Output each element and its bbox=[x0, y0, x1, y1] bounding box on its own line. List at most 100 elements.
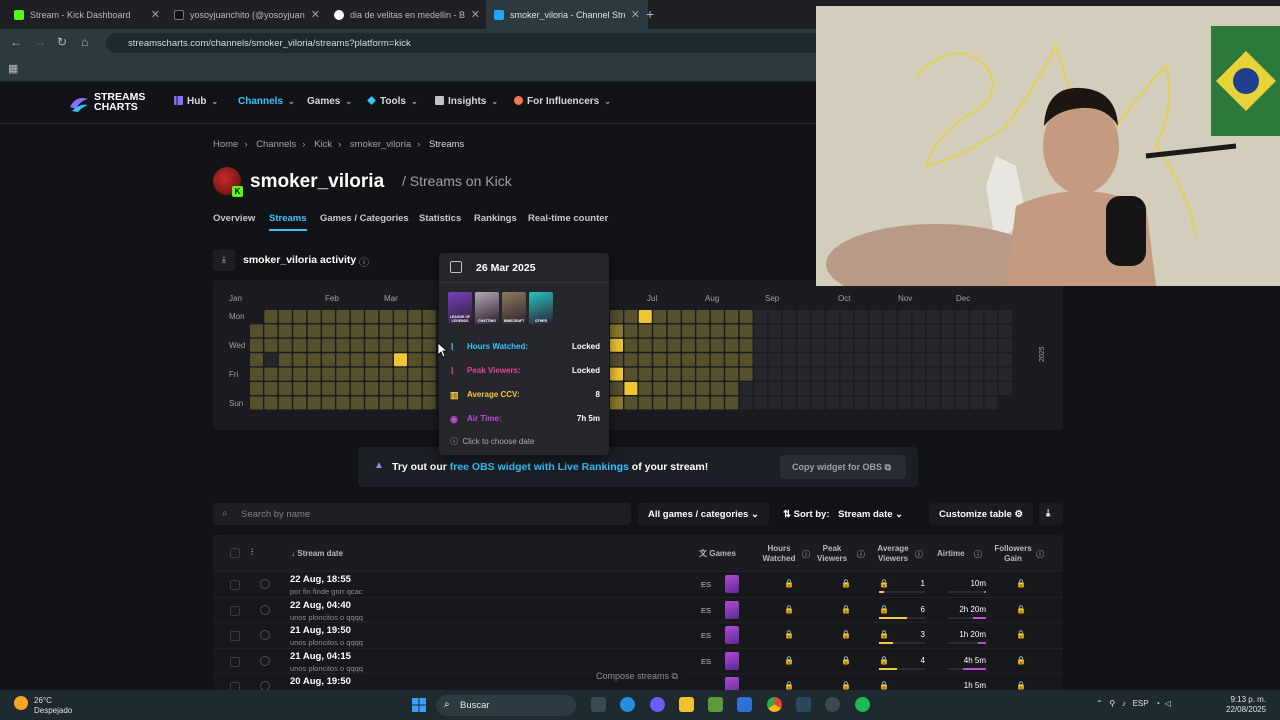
heatmap-cell[interactable] bbox=[782, 324, 796, 338]
back-icon[interactable]: ← bbox=[10, 35, 22, 49]
game-thumbnail[interactable] bbox=[725, 651, 739, 670]
heatmap-cell[interactable] bbox=[379, 324, 393, 338]
heatmap-cell[interactable] bbox=[725, 338, 739, 352]
heatmap-cell[interactable] bbox=[998, 310, 1012, 323]
heatmap-cell[interactable] bbox=[653, 310, 667, 323]
select-all-checkbox[interactable] bbox=[230, 548, 240, 558]
heatmap-cell[interactable] bbox=[782, 367, 796, 381]
heatmap-cell[interactable] bbox=[408, 324, 422, 338]
breadcrumb-channels[interactable]: Channels bbox=[256, 139, 296, 150]
obs-icon[interactable] bbox=[825, 697, 840, 712]
heatmap-cell[interactable] bbox=[725, 310, 739, 323]
heatmap-cell[interactable] bbox=[955, 324, 969, 338]
heatmap-cell[interactable] bbox=[653, 367, 667, 381]
tab-real-time-counter[interactable]: Real-time counter bbox=[528, 213, 608, 224]
heatmap-cell[interactable] bbox=[854, 324, 868, 338]
stream-date[interactable]: 21 Aug, 19:50 bbox=[290, 625, 351, 636]
heatmap-cell[interactable] bbox=[941, 396, 955, 410]
heatmap-cell[interactable] bbox=[336, 396, 350, 410]
heatmap-grid[interactable]: Jan Feb Mar Jul Aug Sep Oct Nov Dec Mon … bbox=[213, 280, 1063, 430]
windows-start-icon[interactable] bbox=[412, 698, 426, 712]
heatmap-cell[interactable] bbox=[941, 382, 955, 395]
game-thumbnail[interactable] bbox=[725, 626, 739, 644]
heatmap-cell[interactable] bbox=[653, 353, 667, 367]
heatmap-cell[interactable] bbox=[984, 382, 998, 395]
heatmap-cell[interactable] bbox=[739, 396, 753, 410]
breadcrumb-channel[interactable]: smoker_viloria bbox=[350, 139, 411, 150]
heatmap-cell[interactable] bbox=[797, 396, 811, 410]
heatmap-cell[interactable] bbox=[610, 382, 623, 395]
heatmap-cell[interactable] bbox=[610, 367, 623, 381]
heatmap-cell[interactable] bbox=[998, 353, 1012, 367]
heatmap-cell[interactable] bbox=[898, 338, 911, 352]
heatmap-cell[interactable] bbox=[710, 382, 724, 395]
heatmap-cell[interactable] bbox=[768, 396, 782, 410]
info-icon[interactable]: ⓘ bbox=[974, 549, 982, 560]
heatmap-cell[interactable] bbox=[667, 324, 681, 338]
heatmap-cell[interactable] bbox=[898, 310, 911, 323]
close-icon[interactable]: ✕ bbox=[631, 8, 640, 21]
heatmap-cell[interactable] bbox=[840, 338, 854, 352]
new-tab-icon[interactable]: + bbox=[646, 6, 654, 22]
table-row[interactable]: 22 Aug, 04:40 unos ploncitos o qqqq ES 🔒 🔒 🔒 6… bbox=[213, 596, 1063, 622]
heatmap-cell[interactable] bbox=[408, 338, 422, 352]
heatmap-cell[interactable] bbox=[350, 324, 364, 338]
heatmap-cell[interactable] bbox=[984, 367, 998, 381]
heatmap-cell[interactable] bbox=[782, 310, 796, 323]
heatmap-cell[interactable] bbox=[768, 353, 782, 367]
heatmap-cell[interactable] bbox=[811, 310, 825, 323]
heatmap-cell[interactable] bbox=[955, 367, 969, 381]
heatmap-cell[interactable] bbox=[739, 324, 753, 338]
heatmap-cell[interactable] bbox=[984, 338, 998, 352]
heatmap-cell[interactable] bbox=[365, 367, 379, 381]
heatmap-cell[interactable] bbox=[926, 324, 940, 338]
heatmap-cell[interactable] bbox=[624, 353, 638, 367]
heatmap-cell[interactable] bbox=[307, 353, 321, 367]
heatmap-cell[interactable] bbox=[250, 367, 263, 381]
heatmap-cell[interactable] bbox=[912, 382, 926, 395]
heatmap-cell[interactable] bbox=[322, 324, 335, 338]
heatmap-cell[interactable] bbox=[307, 324, 321, 338]
heatmap-cell[interactable] bbox=[696, 324, 710, 338]
heatmap-cell[interactable] bbox=[264, 396, 278, 410]
heatmap-cell[interactable] bbox=[293, 396, 307, 410]
heatmap-cell[interactable] bbox=[350, 396, 364, 410]
heatmap-cell[interactable] bbox=[322, 367, 335, 381]
play-icon[interactable] bbox=[260, 630, 270, 640]
heatmap-cell[interactable] bbox=[667, 310, 681, 323]
heatmap-cell[interactable] bbox=[250, 382, 263, 395]
heatmap-cell[interactable] bbox=[422, 367, 436, 381]
heatmap-cell[interactable] bbox=[912, 396, 926, 410]
heatmap-cell[interactable] bbox=[278, 338, 292, 352]
heatmap-cell[interactable] bbox=[998, 367, 1012, 381]
heatmap-cell[interactable] bbox=[869, 310, 883, 323]
heatmap-cell[interactable] bbox=[610, 396, 623, 410]
heatmap-cell[interactable] bbox=[840, 396, 854, 410]
heatmap-cell[interactable] bbox=[307, 338, 321, 352]
heatmap-cell[interactable] bbox=[941, 324, 955, 338]
heatmap-cell[interactable] bbox=[883, 396, 897, 410]
heatmap-cell[interactable] bbox=[322, 382, 335, 395]
heatmap-cell[interactable] bbox=[811, 367, 825, 381]
heatmap-cell[interactable] bbox=[682, 310, 695, 323]
heatmap-cell[interactable] bbox=[725, 382, 739, 395]
heatmap-cell[interactable] bbox=[408, 396, 422, 410]
heatmap-cell[interactable] bbox=[278, 396, 292, 410]
activity-heatmap[interactable]: Jan Feb Mar Jul Aug Sep Oct Nov Dec Mon … bbox=[213, 280, 1063, 430]
heatmap-cell[interactable] bbox=[854, 367, 868, 381]
heatmap-cell[interactable] bbox=[725, 353, 739, 367]
heatmap-cell[interactable] bbox=[710, 324, 724, 338]
heatmap-cell[interactable] bbox=[696, 353, 710, 367]
heatmap-cell[interactable] bbox=[293, 353, 307, 367]
heatmap-cell[interactable] bbox=[624, 382, 638, 395]
search-input[interactable]: ⌕ Search by name bbox=[213, 503, 631, 525]
nav-tools[interactable]: Tools ⌄ bbox=[367, 96, 418, 107]
heatmap-cell[interactable] bbox=[394, 353, 407, 367]
steam-icon[interactable] bbox=[796, 697, 811, 712]
heatmap-cell[interactable] bbox=[293, 382, 307, 395]
heatmap-cell[interactable] bbox=[264, 367, 278, 381]
file-explorer-icon[interactable] bbox=[679, 697, 694, 712]
heatmap-cell[interactable] bbox=[696, 310, 710, 323]
row-checkbox[interactable] bbox=[230, 631, 240, 641]
heatmap-cell[interactable] bbox=[710, 310, 724, 323]
